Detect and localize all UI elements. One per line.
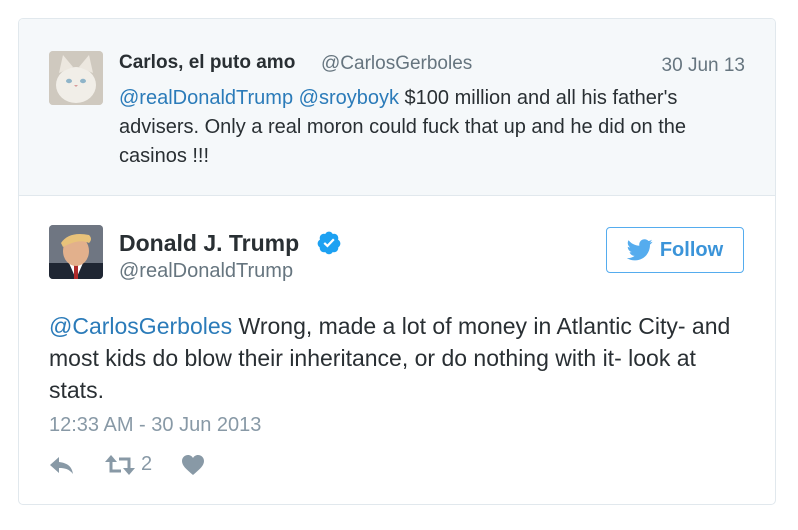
mention-link[interactable]: @sroyboyk (299, 87, 399, 109)
tweet-embed-card: Carlos, el puto amo @CarlosGerboles 30 J… (18, 18, 776, 505)
main-author-handle[interactable]: @realDonaldTrump (119, 260, 293, 283)
follow-button-label: Follow (659, 238, 724, 261)
main-author-name[interactable]: Donald J. Trump (119, 230, 299, 257)
parent-tweet-date[interactable]: 30 Jun 13 (662, 55, 745, 77)
parent-author-name[interactable]: Carlos, el puto amo (119, 52, 295, 74)
heart-icon (182, 455, 204, 475)
mention-link[interactable]: @realDonaldTrump (119, 87, 293, 109)
twitter-bird-icon (626, 239, 653, 261)
main-author-avatar[interactable] (49, 225, 103, 279)
mention-link[interactable]: @CarlosGerboles (49, 313, 232, 339)
tweet-timestamp[interactable]: 12:33 AM - 30 Jun 2013 (49, 414, 261, 437)
reply-button[interactable] (49, 455, 75, 477)
retweet-button[interactable]: 2 (105, 453, 152, 476)
reply-icon (50, 457, 73, 474)
main-tweet-text: @CarlosGerboles Wrong, made a lot of mon… (49, 310, 749, 406)
parent-author-avatar[interactable] (49, 51, 103, 105)
parent-author-handle[interactable]: @CarlosGerboles (321, 53, 472, 75)
parent-tweet-text: @realDonaldTrump @sroyboyk $100 million … (119, 84, 739, 171)
like-button[interactable] (181, 454, 205, 476)
follow-button[interactable]: Follow (606, 227, 744, 273)
verified-badge-icon (316, 230, 342, 256)
retweet-icon (105, 454, 135, 475)
retweet-count: 2 (141, 453, 153, 475)
parent-tweet: Carlos, el puto amo @CarlosGerboles 30 J… (19, 19, 775, 196)
